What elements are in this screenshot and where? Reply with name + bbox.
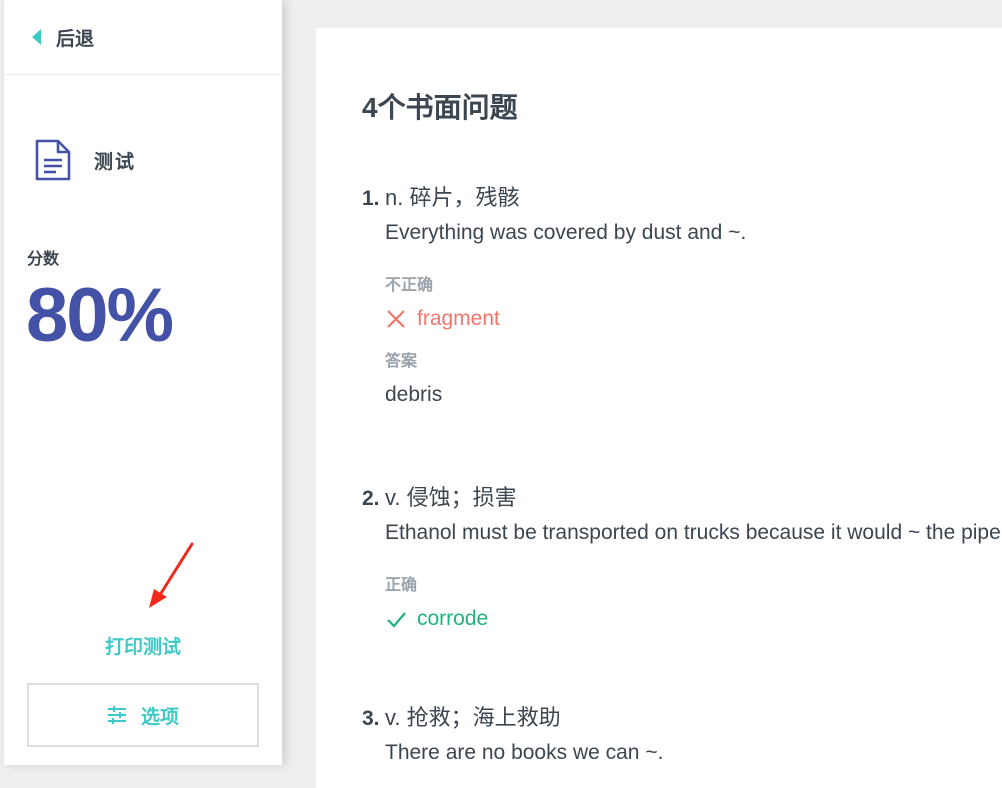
question-number: 3.	[362, 707, 380, 730]
chevron-left-icon	[32, 29, 41, 45]
question-prompt: n. 碎片，残骸	[385, 185, 520, 210]
back-label: 后退	[56, 28, 95, 50]
document-icon	[35, 139, 71, 181]
test-label: 测试	[94, 151, 137, 173]
score-label: 分数	[27, 251, 60, 268]
answer-label: 答案	[385, 353, 418, 370]
results-card: 4个书面问题 1. n. 碎片，残骸 Everything was covere…	[316, 28, 1002, 788]
question-sentence: Everything was covered by dust and ~.	[385, 221, 747, 244]
test-section: 测试	[34, 138, 136, 182]
question-prompt: v. 抢救；海上救助	[385, 705, 561, 730]
options-button[interactable]: 选项	[27, 683, 259, 747]
options-label: 选项	[140, 706, 179, 728]
question-sentence: There are no books we can ~.	[385, 741, 664, 764]
answer-status: 不正确	[385, 277, 434, 294]
question-prompt: v. 侵蚀；损害	[385, 485, 517, 510]
sidebar: 后退 测试 分数 80% 打印测试 选项	[4, 0, 282, 765]
question-number: 2.	[362, 487, 380, 510]
cross-icon	[387, 310, 405, 328]
question-sentence: Ethanol must be transported on trucks be…	[385, 521, 1002, 544]
question-number: 1.	[362, 187, 380, 210]
correct-answer: debris	[385, 383, 443, 406]
print-test-link[interactable]: 打印测试	[4, 632, 282, 659]
annotation-arrow-icon	[149, 542, 194, 608]
check-icon	[387, 612, 406, 628]
page-title: 4个书面问题	[362, 92, 518, 123]
question-2: 2. v. 侵蚀；损害 Ethanol must be transported …	[362, 480, 1002, 631]
back-button[interactable]: 后退	[4, 0, 282, 75]
question-3: 3. v. 抢救；海上救助 There are no books we can …	[362, 700, 1002, 765]
user-answer: corrode	[417, 607, 489, 630]
question-1: 1. n. 碎片，残骸 Everything was covered by du…	[362, 180, 1002, 407]
user-answer: fragment	[417, 307, 500, 330]
answer-status: 正确	[385, 577, 418, 594]
score-value: 80%	[26, 273, 174, 358]
sliders-icon	[107, 706, 126, 724]
